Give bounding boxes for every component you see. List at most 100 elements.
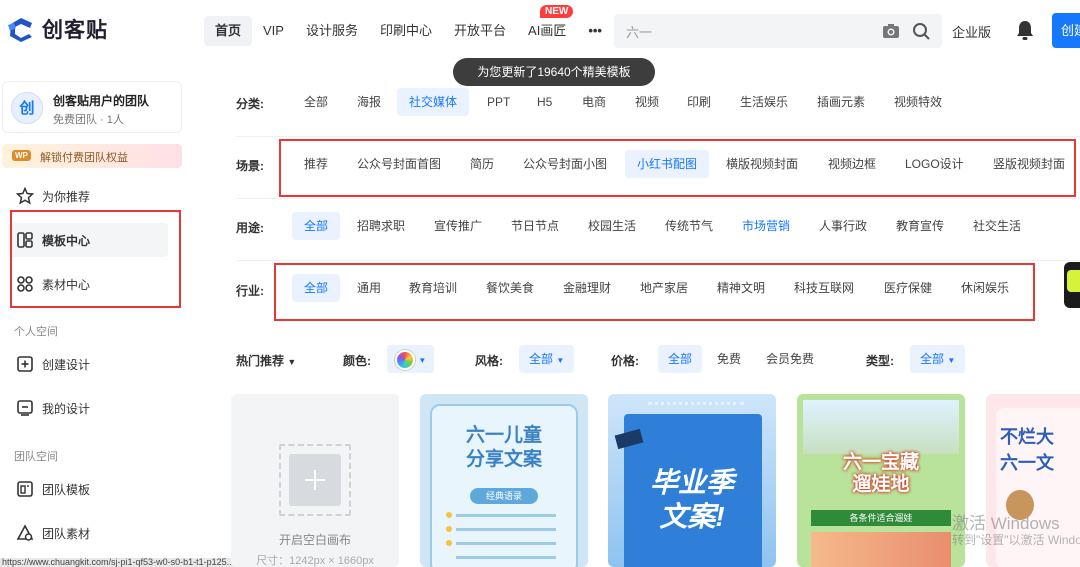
category-option-life[interactable]: 生活娱乐 — [728, 88, 800, 116]
sidebar-item-my-designs[interactable]: 我的设计 — [8, 391, 168, 425]
add-design-icon — [17, 356, 33, 372]
usage-label: 用途: — [236, 221, 264, 235]
create-design-button[interactable]: 创建 — [1052, 13, 1080, 48]
template-title-line: 六一文 — [1000, 453, 1054, 473]
team-card[interactable]: 创 创客贴用户的团队 免费团队 · 1人 — [2, 81, 182, 133]
template-title-line: 文案! — [659, 501, 725, 532]
template-subtitle: 经典语录 — [470, 488, 538, 504]
usage-option-education[interactable]: 教育宣传 — [884, 212, 956, 240]
search-input[interactable] — [626, 14, 866, 48]
new-badge: NEW — [540, 5, 574, 18]
sidebar-item-label: 创建设计 — [42, 357, 91, 372]
enterprise-link[interactable]: 企业版 — [952, 22, 991, 41]
template-title: 六一儿童 分享文案 — [420, 424, 588, 472]
template-subtitle: 各条件适合遛娃 — [811, 510, 951, 526]
color-wheel-icon — [395, 349, 415, 370]
brand-name: 创客贴 — [42, 19, 108, 42]
category-option-social[interactable]: 社交媒体 — [397, 88, 470, 116]
category-option-ppt[interactable]: PPT — [475, 88, 522, 116]
template-card[interactable]: 毕业季 文案! — [608, 394, 776, 567]
blank-canvas-label: 开启空白画布 — [278, 533, 351, 547]
blank-canvas-card[interactable]: 开启空白画布 尺寸：1242px × 1660px — [231, 394, 399, 567]
category-option-all[interactable]: 全部 — [292, 88, 340, 116]
category-option-print[interactable]: 印刷 — [675, 88, 723, 116]
bullet-dot — [446, 540, 452, 546]
update-toast: 为您更新了19640个精美模板 — [453, 58, 655, 86]
template-title-line: 毕业季 — [649, 467, 734, 498]
team-benefit-banner[interactable]: WP 解锁付费团队权益 — [2, 144, 182, 168]
sidebar-item-label: 我的设计 — [42, 401, 91, 416]
team-avatar: 创 — [11, 92, 43, 124]
scene-label: 场景: — [236, 159, 264, 173]
industry-label: 行业: — [236, 284, 264, 298]
color-picker[interactable]: ▼ — [387, 345, 435, 373]
category-option-video-fx[interactable]: 视频特效 — [882, 88, 954, 116]
app-root: 创客贴 首页 VIP 设计服务 印刷中心 开放平台 AI画匠 ••• NEW 六… — [0, 0, 1080, 567]
nav-open-platform[interactable]: 开放平台 — [443, 16, 517, 46]
template-title-line: 不烂大 — [1000, 427, 1054, 447]
camera-icon[interactable] — [882, 23, 900, 39]
sidebar: 创 创客贴用户的团队 免费团队 · 1人 WP 解锁付费团队权益 为你推荐 模板… — [0, 70, 198, 567]
sidebar-item-team-materials[interactable]: 团队素材 — [8, 516, 168, 550]
usage-option-all[interactable]: 全部 — [292, 212, 341, 240]
price-option-vip-free[interactable]: 会员免费 — [754, 345, 826, 373]
personal-space-heading: 个人空间 — [14, 326, 58, 338]
type-value: 全部 — [920, 352, 945, 366]
category-option-video[interactable]: 视频 — [623, 88, 671, 116]
usage-option-festival[interactable]: 节日节点 — [499, 212, 571, 240]
bullet-dot — [446, 526, 452, 532]
category-option-illustration[interactable]: 插画元素 — [805, 88, 877, 116]
text-line — [456, 528, 556, 531]
nav-print-center[interactable]: 印刷中心 — [369, 16, 443, 46]
usage-option-hr[interactable]: 人事行政 — [807, 212, 879, 240]
template-title: 六一宝藏 遛娃地 — [797, 452, 965, 496]
category-option-ecommerce[interactable]: 电商 — [570, 88, 618, 116]
nav-home[interactable]: 首页 — [204, 16, 253, 46]
type-label: 类型: — [866, 354, 894, 368]
price-option-all[interactable]: 全部 — [658, 345, 703, 373]
bullet-dot — [446, 512, 452, 518]
category-option-poster[interactable]: 海报 — [345, 88, 393, 116]
nav-design-service[interactable]: 设计服务 — [295, 16, 369, 46]
type-dropdown[interactable]: 全部 ▼ — [910, 345, 966, 373]
price-option-free[interactable]: 免费 — [705, 345, 753, 373]
annotation-box-scene — [279, 139, 1076, 197]
usage-option-social-life[interactable]: 社交生活 — [961, 212, 1033, 240]
nav-vip[interactable]: VIP — [252, 16, 295, 46]
main-nav: 首页 VIP 设计服务 印刷中心 开放平台 AI画匠 ••• — [204, 16, 613, 46]
sidebar-item-recommend[interactable]: 为你推荐 — [8, 179, 168, 213]
category-label: 分类: — [236, 97, 264, 111]
brand-logo[interactable]: 创客贴 — [6, 14, 108, 44]
team-name: 创客贴用户的团队 — [53, 94, 150, 108]
sidebar-item-team-templates[interactable]: 团队模板 — [8, 472, 168, 506]
search-icon[interactable] — [912, 22, 930, 40]
bell-icon[interactable] — [1015, 19, 1035, 41]
text-line — [456, 556, 556, 559]
blank-canvas-size: 尺寸：1242px × 1660px — [256, 555, 374, 567]
template-photo — [803, 400, 959, 454]
sort-dropdown[interactable]: 热门推荐 ▼ — [236, 352, 296, 369]
nav-ai-painter[interactable]: AI画匠 — [517, 16, 577, 46]
color-label: 颜色: — [343, 354, 371, 368]
template-card[interactable]: 六一宝藏 遛娃地 各条件适合遛娃 — [797, 394, 965, 567]
sort-label: 热门推荐 — [236, 354, 285, 368]
nav-more[interactable]: ••• — [577, 16, 613, 46]
style-value: 全部 — [529, 352, 554, 366]
usage-option-solar-term[interactable]: 传统节气 — [653, 212, 725, 240]
template-card[interactable]: 六一儿童 分享文案 经典语录 — [420, 394, 588, 567]
team-template-icon — [17, 481, 33, 497]
usage-option-recruit[interactable]: 招聘求职 — [345, 212, 417, 240]
sidebar-item-create-design[interactable]: 创建设计 — [8, 347, 168, 381]
usage-option-marketing[interactable]: 市场营销 — [730, 212, 802, 240]
side-promo-tab[interactable] — [1064, 262, 1080, 308]
benefit-text: 解锁付费团队权益 — [40, 152, 128, 164]
category-option-h5[interactable]: H5 — [525, 88, 564, 116]
text-line — [456, 542, 556, 545]
usage-option-campus[interactable]: 校园生活 — [576, 212, 648, 240]
style-dropdown[interactable]: 全部 ▼ — [519, 345, 575, 373]
divider — [236, 198, 1080, 199]
my-design-icon — [17, 400, 33, 416]
price-label: 价格: — [611, 354, 639, 368]
usage-option-promo[interactable]: 宣传推广 — [422, 212, 494, 240]
caret-down-icon: ▼ — [556, 356, 565, 365]
